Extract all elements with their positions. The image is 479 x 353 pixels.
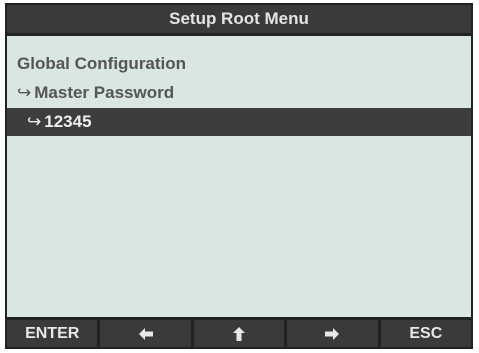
screen-title: Setup Root Menu: [7, 5, 471, 33]
submenu-arrow-icon: ↪: [27, 112, 42, 131]
menu-item-label: Global Configuration: [17, 54, 187, 73]
up-button[interactable]: [193, 320, 285, 347]
menu-item-master-password[interactable]: ↪ Master Password: [7, 79, 471, 107]
left-button[interactable]: [100, 320, 191, 347]
menu-item-label: Master Password: [34, 83, 175, 102]
submenu-arrow-icon: ↪: [17, 83, 32, 102]
menu-item-global-configuration[interactable]: Global Configuration: [7, 50, 471, 78]
menu-item-password-value-selected[interactable]: ↪ 12345: [7, 108, 471, 136]
arrow-up-icon: [233, 326, 246, 341]
menu-content: Global Configuration ↪ Master Password ↪ 1…: [7, 36, 471, 317]
softkey-bar: ENTER ESC: [7, 320, 472, 347]
arrow-right-icon: [325, 327, 340, 340]
esc-button[interactable]: ESC: [380, 320, 472, 347]
enter-button[interactable]: ENTER: [7, 320, 98, 347]
right-button[interactable]: [287, 320, 378, 347]
device-screen: Setup Root Menu Global Configuration ↪ Ma…: [5, 3, 473, 349]
menu-item-label: 12345: [44, 112, 92, 131]
arrow-left-icon: [138, 327, 153, 340]
